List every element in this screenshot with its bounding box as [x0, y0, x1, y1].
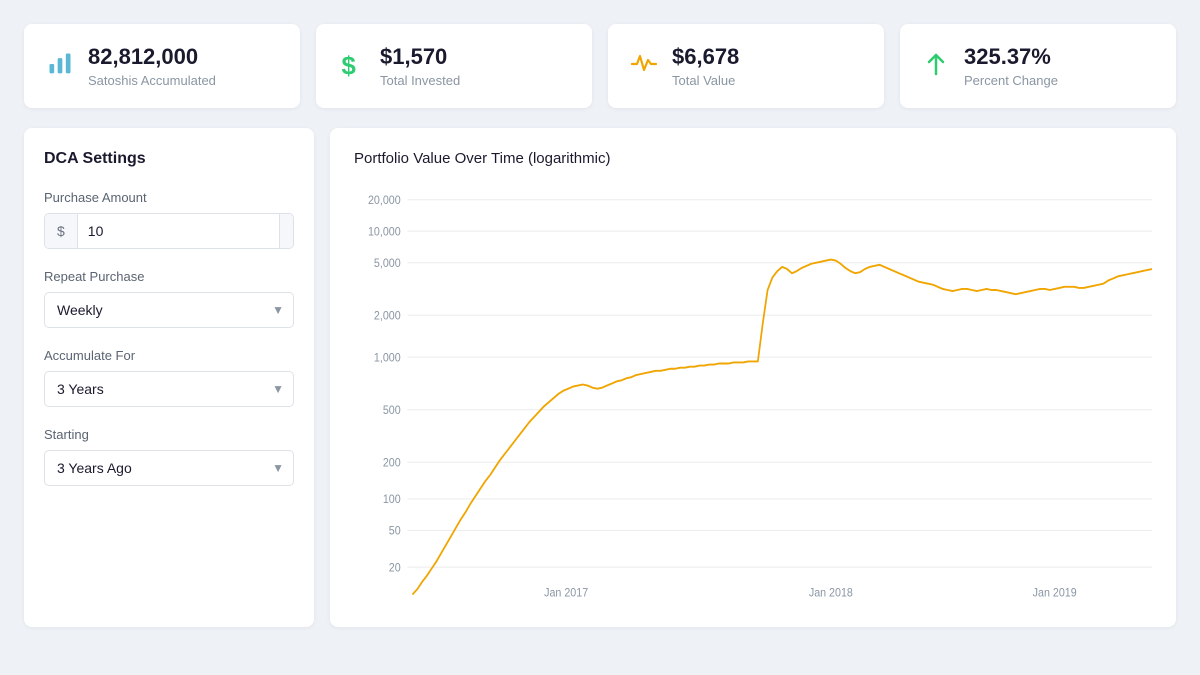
repeat-select-wrap: Daily Weekly Monthly ▼	[44, 292, 294, 328]
repeat-purchase-label: Repeat Purchase	[44, 269, 294, 284]
satoshis-label: Satoshis Accumulated	[88, 73, 216, 88]
stat-card-invested-content: $1,570 Total Invested	[380, 44, 460, 88]
svg-text:50: 50	[389, 526, 401, 538]
percent-value: 325.37%	[964, 44, 1058, 70]
svg-text:1,000: 1,000	[374, 352, 401, 364]
chart-title: Portfolio Value Over Time (logarithmic)	[354, 150, 1152, 167]
accumulate-for-group: Accumulate For 1 Year 2 Years 3 Years 4 …	[44, 348, 294, 407]
starting-group: Starting 1 Year Ago 2 Years Ago 3 Years …	[44, 427, 294, 486]
svg-text:500: 500	[383, 405, 401, 417]
percent-label: Percent Change	[964, 73, 1058, 88]
svg-text:20: 20	[389, 562, 401, 574]
purchase-amount-group: Purchase Amount $ .00	[44, 190, 294, 249]
chart-line	[412, 260, 1152, 595]
svg-text:$: $	[342, 52, 356, 78]
dollar-prefix: $	[45, 214, 78, 248]
purchase-amount-input[interactable]	[78, 214, 279, 248]
chart-container: 20,000 10,000 5,000 2,000 1,000 500 200 …	[354, 185, 1152, 605]
svg-text:Jan 2019: Jan 2019	[1033, 588, 1077, 600]
purchase-amount-label: Purchase Amount	[44, 190, 294, 205]
invested-value: $1,570	[380, 44, 460, 70]
portfolio-chart: 20,000 10,000 5,000 2,000 1,000 500 200 …	[354, 185, 1152, 605]
repeat-purchase-group: Repeat Purchase Daily Weekly Monthly ▼	[44, 269, 294, 328]
chart-panel: Portfolio Value Over Time (logarithmic) …	[330, 128, 1176, 627]
dollar-icon: $	[338, 50, 366, 83]
arrow-up-icon	[922, 50, 950, 83]
repeat-select[interactable]: Daily Weekly Monthly	[44, 292, 294, 328]
svg-text:Jan 2017: Jan 2017	[544, 588, 588, 600]
svg-text:2,000: 2,000	[374, 310, 401, 322]
invested-label: Total Invested	[380, 73, 460, 88]
purchase-amount-input-group: $ .00	[44, 213, 294, 249]
pulse-icon	[630, 50, 658, 83]
svg-text:200: 200	[383, 457, 401, 469]
stat-card-total-value-content: $6,678 Total Value	[672, 44, 739, 88]
stat-card-percent: 325.37% Percent Change	[900, 24, 1176, 108]
total-value-label: Total Value	[672, 73, 739, 88]
stat-card-percent-content: 325.37% Percent Change	[964, 44, 1058, 88]
settings-title: DCA Settings	[44, 150, 294, 168]
starting-select[interactable]: 1 Year Ago 2 Years Ago 3 Years Ago 4 Yea…	[44, 450, 294, 486]
accumulate-select-wrap: 1 Year 2 Years 3 Years 4 Years 5 Years ▼	[44, 371, 294, 407]
total-value: $6,678	[672, 44, 739, 70]
stat-card-satoshis: 82,812,000 Satoshis Accumulated	[24, 24, 300, 108]
stat-card-invested: $ $1,570 Total Invested	[316, 24, 592, 108]
bar-chart-icon	[46, 50, 74, 83]
accumulate-for-label: Accumulate For	[44, 348, 294, 363]
stat-card-satoshis-content: 82,812,000 Satoshis Accumulated	[88, 44, 216, 88]
starting-label: Starting	[44, 427, 294, 442]
svg-text:5,000: 5,000	[374, 258, 401, 270]
settings-panel: DCA Settings Purchase Amount $ .00 Repea…	[24, 128, 314, 627]
svg-text:20,000: 20,000	[368, 195, 401, 207]
svg-text:100: 100	[383, 494, 401, 506]
stat-cards-row: 82,812,000 Satoshis Accumulated $ $1,570…	[24, 24, 1176, 108]
main-layout: DCA Settings Purchase Amount $ .00 Repea…	[24, 128, 1176, 627]
stat-card-total-value: $6,678 Total Value	[608, 24, 884, 108]
svg-text:10,000: 10,000	[368, 226, 401, 238]
starting-select-wrap: 1 Year Ago 2 Years Ago 3 Years Ago 4 Yea…	[44, 450, 294, 486]
satoshis-value: 82,812,000	[88, 44, 216, 70]
cents-suffix: .00	[279, 214, 294, 248]
svg-text:Jan 2018: Jan 2018	[809, 588, 853, 600]
accumulate-select[interactable]: 1 Year 2 Years 3 Years 4 Years 5 Years	[44, 371, 294, 407]
